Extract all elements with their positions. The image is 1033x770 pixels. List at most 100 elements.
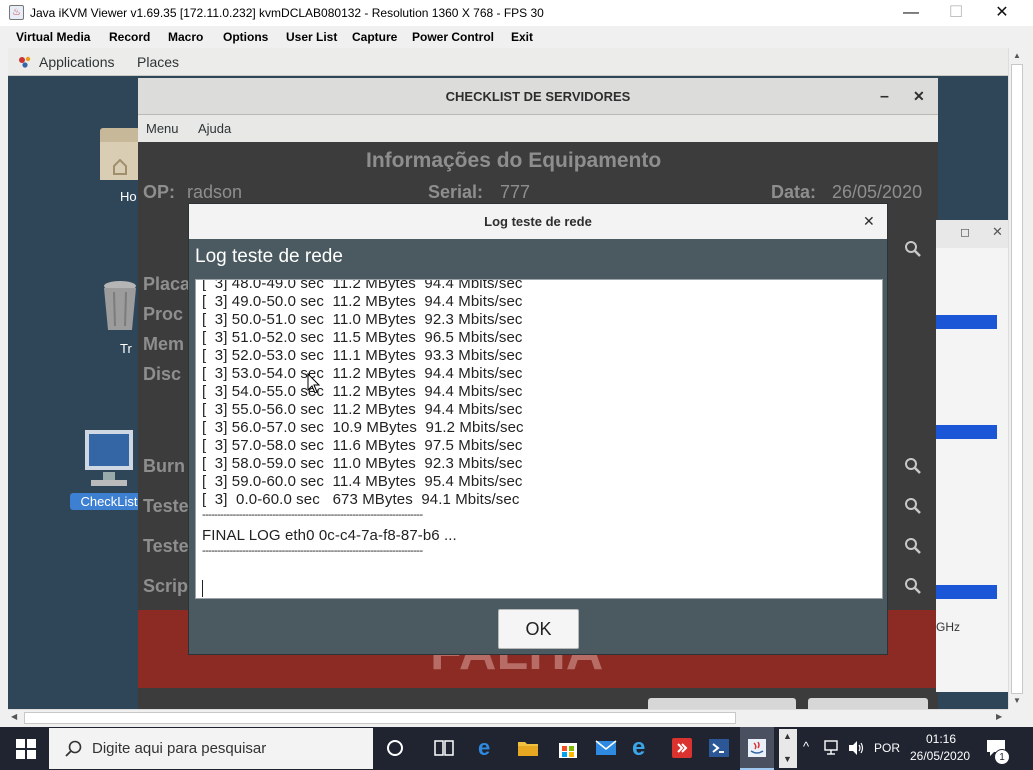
clock-time[interactable]: 01:16 bbox=[926, 732, 956, 746]
app-close-button[interactable]: ✕ bbox=[913, 78, 925, 115]
equipment-heading: Informações do Equipamento bbox=[366, 149, 662, 172]
log-dialog: Log teste de rede ✕ Log teste de rede [ … bbox=[188, 203, 888, 655]
chevron-up-icon[interactable]: ▲ bbox=[783, 731, 792, 741]
windows-start-icon[interactable] bbox=[16, 739, 36, 759]
window-title: Java iKVM Viewer v1.69.35 [172.11.0.232]… bbox=[30, 6, 544, 20]
scrollbar-corner bbox=[1008, 709, 1025, 726]
file-explorer-icon[interactable] bbox=[516, 736, 540, 760]
checklist-titlebar: CHECKLIST DE SERVIDORES – ✕ bbox=[138, 78, 938, 115]
windows-taskbar: Digite aqui para pesquisar e e ▲ ▼ ^ POR… bbox=[0, 727, 1033, 770]
network-icon[interactable] bbox=[824, 740, 842, 756]
app-minimize-button[interactable]: – bbox=[880, 78, 889, 115]
edge-icon[interactable]: e bbox=[478, 736, 502, 760]
store-icon[interactable] bbox=[556, 736, 580, 760]
log-line: [ 3] 52.0-53.0 sec 11.1 MBytes 93.3 Mbit… bbox=[202, 347, 523, 364]
app-button-2[interactable] bbox=[808, 698, 928, 709]
text-cursor bbox=[202, 580, 203, 597]
app-button-1[interactable] bbox=[648, 698, 796, 709]
gnome-top-bar: Applications Places bbox=[8, 48, 1008, 76]
date-label: Data: bbox=[771, 182, 817, 202]
scroll-down-icon[interactable]: ▼ bbox=[1013, 696, 1021, 705]
serial-label: Serial: bbox=[428, 182, 484, 202]
remote-app-icon[interactable] bbox=[670, 736, 694, 760]
op-label: OP: bbox=[143, 182, 176, 202]
vertical-scrollbar[interactable]: ▲ ▼ bbox=[1008, 48, 1025, 709]
java-icon bbox=[748, 739, 766, 757]
taskbar-scroll[interactable]: ▲ ▼ bbox=[779, 729, 797, 768]
vertical-scroll-thumb[interactable] bbox=[1011, 64, 1023, 694]
menu-macro[interactable]: Macro bbox=[168, 30, 203, 44]
ghz-text: GHz bbox=[936, 620, 960, 634]
side-label-disc: Disc bbox=[143, 364, 182, 384]
bg-right-maximize[interactable]: ◻ bbox=[960, 225, 970, 239]
scroll-left-icon[interactable]: ◀ bbox=[11, 712, 17, 721]
progress-bar bbox=[936, 585, 997, 599]
log-line: [ 3] 56.0-57.0 sec 10.9 MBytes 91.2 Mbit… bbox=[202, 419, 524, 436]
scroll-right-icon[interactable]: ▶ bbox=[996, 712, 1002, 721]
bg-right-titlebar: ◻ ✕ bbox=[936, 220, 1008, 248]
serial-value: 777 bbox=[500, 182, 531, 202]
ok-button[interactable]: OK bbox=[498, 609, 579, 649]
horizontal-scroll-thumb[interactable] bbox=[24, 712, 736, 724]
powershell-icon[interactable] bbox=[707, 736, 731, 760]
search-placeholder: Digite aqui para pesquisar bbox=[92, 740, 267, 757]
menu-power-control[interactable]: Power Control bbox=[412, 30, 494, 44]
bg-right-close[interactable]: ✕ bbox=[992, 224, 1003, 240]
places-menu[interactable]: Places bbox=[137, 54, 179, 70]
java-taskbar-item[interactable] bbox=[740, 727, 774, 770]
menu-exit[interactable]: Exit bbox=[511, 30, 533, 44]
menu-capture[interactable]: Capture bbox=[352, 30, 397, 44]
applications-menu[interactable]: Applications bbox=[39, 54, 115, 70]
minimize-button[interactable]: — bbox=[888, 0, 934, 26]
search-icon[interactable] bbox=[904, 457, 922, 475]
language-indicator[interactable]: POR bbox=[874, 741, 900, 755]
tray-expand-icon[interactable]: ^ bbox=[803, 739, 809, 754]
menu-virtual-media[interactable]: Virtual Media bbox=[16, 30, 90, 44]
search-icon[interactable] bbox=[904, 577, 922, 595]
search-icon[interactable] bbox=[904, 240, 922, 258]
volume-icon[interactable] bbox=[848, 740, 866, 756]
side-label-scrip: Scrip bbox=[143, 576, 189, 596]
chevron-down-icon[interactable]: ▼ bbox=[783, 754, 792, 764]
log-separator: ----------------------------------------… bbox=[202, 509, 423, 521]
cortana-icon[interactable] bbox=[386, 739, 404, 757]
scroll-up-icon[interactable]: ▲ bbox=[1013, 51, 1021, 60]
log-line: [ 3] 49.0-50.0 sec 11.2 MBytes 94.4 Mbit… bbox=[202, 293, 523, 310]
remote-screen[interactable]: Applications Places Ho Tr CheckList CHEC… bbox=[8, 48, 1008, 709]
checklist-desktop-icon[interactable]: CheckList bbox=[70, 426, 148, 510]
mail-icon[interactable] bbox=[594, 736, 618, 760]
checklist-menubar: Menu Ajuda bbox=[138, 115, 938, 142]
side-label-teste-1: Teste bbox=[143, 496, 189, 516]
dialog-title: Log teste de rede bbox=[484, 214, 592, 229]
side-label-burn: Burn bbox=[143, 456, 185, 476]
close-button[interactable]: ✕ bbox=[979, 0, 1025, 26]
log-textarea[interactable]: [ 3] 48.0-49.0 sec 11.2 MBytes 94.4 Mbit… bbox=[195, 279, 883, 599]
log-line: [ 3] 0.0-60.0 sec 673 MBytes 94.1 Mbits/… bbox=[202, 491, 520, 508]
menu-options[interactable]: Options bbox=[223, 30, 268, 44]
search-icon[interactable] bbox=[904, 497, 922, 515]
internet-explorer-icon[interactable]: e bbox=[632, 736, 656, 760]
menu-record[interactable]: Record bbox=[109, 30, 150, 44]
app-menu-menu[interactable]: Menu bbox=[146, 121, 179, 136]
search-icon bbox=[65, 740, 82, 757]
java-icon: ♨ bbox=[9, 5, 24, 20]
menu-user-list[interactable]: User List bbox=[286, 30, 337, 44]
log-line: [ 3] 58.0-59.0 sec 11.0 MBytes 92.3 Mbit… bbox=[202, 455, 523, 472]
log-line: [ 3] 57.0-58.0 sec 11.6 MBytes 97.5 Mbit… bbox=[202, 437, 523, 454]
date-value: 26/05/2020 bbox=[832, 182, 923, 202]
progress-bar bbox=[936, 425, 997, 439]
clock-date[interactable]: 26/05/2020 bbox=[910, 749, 970, 763]
side-label-proc: Proc bbox=[143, 304, 184, 324]
checklist-label: CheckList bbox=[70, 493, 148, 510]
app-menu-ajuda[interactable]: Ajuda bbox=[198, 121, 231, 136]
taskbar-search-box[interactable]: Digite aqui para pesquisar bbox=[49, 728, 373, 769]
maximize-button[interactable]: ☐ bbox=[933, 0, 979, 26]
log-line: [ 3] 55.0-56.0 sec 11.2 MBytes 94.4 Mbit… bbox=[202, 401, 523, 418]
dialog-titlebar: Log teste de rede ✕ bbox=[189, 204, 887, 239]
task-view-icon[interactable] bbox=[433, 738, 455, 758]
checklist-title: CHECKLIST DE SERVIDORES bbox=[445, 89, 631, 104]
dialog-close-button[interactable]: ✕ bbox=[863, 204, 875, 239]
search-icon[interactable] bbox=[904, 537, 922, 555]
horizontal-scrollbar[interactable]: ◀ ▶ bbox=[8, 709, 1008, 726]
log-line: [ 3] 59.0-60.0 sec 11.4 MBytes 95.4 Mbit… bbox=[202, 473, 523, 490]
